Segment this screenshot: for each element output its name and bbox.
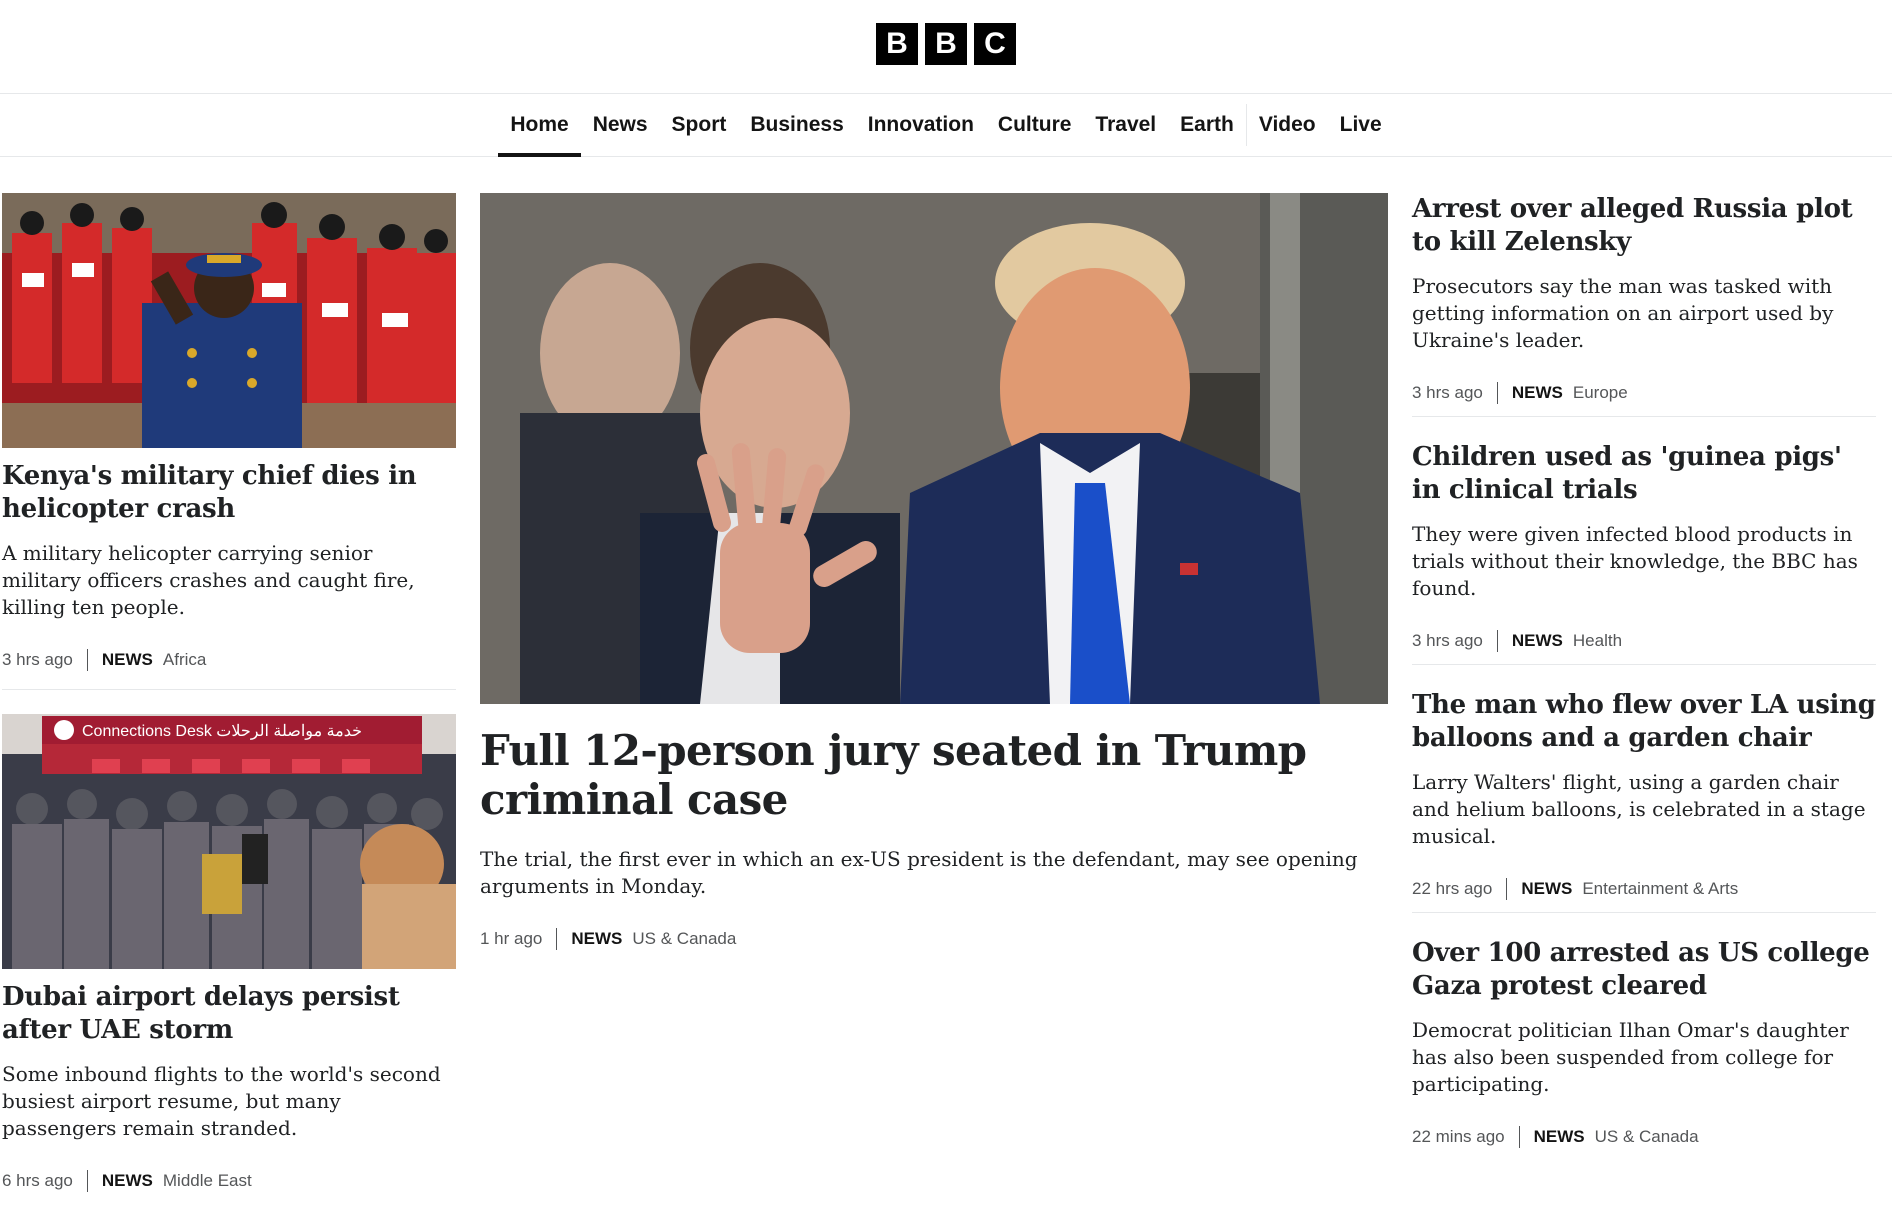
story-headline[interactable]: Children used as 'guinea pigs' in clinic… — [1412, 441, 1876, 507]
story-summary: They were given infected blood products … — [1412, 522, 1858, 600]
story-section-label: NEWS — [1521, 879, 1573, 898]
story-card-zelensky[interactable]: Arrest over alleged Russia plot to kill … — [1412, 193, 1876, 416]
story-summary: Prosecutors say the man was tasked with … — [1412, 274, 1834, 352]
story-meta: 3 hrs ago NEWS Europe — [1412, 382, 1876, 404]
right-column: Arrest over alleged Russia plot to kill … — [1412, 193, 1876, 1160]
story-section-label: NEWS — [1511, 631, 1563, 650]
lead-story[interactable]: Full 12-person jury seated in Trump crim… — [480, 193, 1388, 950]
story-category[interactable]: Health — [1573, 631, 1622, 651]
story-divider — [2, 689, 456, 690]
story-meta: 22 mins ago NEWS US & Canada — [1412, 1126, 1876, 1148]
nav-item-business[interactable]: Business — [738, 94, 855, 156]
story-divider — [1412, 912, 1876, 913]
desk-sign-text: Connections Desk خدمة مواصلة الرحلات — [82, 723, 362, 740]
story-time: 22 hrs ago — [1412, 879, 1493, 898]
story-meta: 6 hrs ago NEWS Middle East — [2, 1170, 456, 1192]
nav-item-innovation[interactable]: Innovation — [856, 94, 986, 156]
story-image-kenya[interactable] — [2, 193, 456, 448]
meta-divider — [86, 649, 88, 671]
lead-summary: The trial, the first ever in which an ex… — [480, 847, 1358, 898]
story-headline[interactable]: Arrest over alleged Russia plot to kill … — [1412, 193, 1876, 259]
lead-headline[interactable]: Full 12-person jury seated in Trump crim… — [480, 726, 1388, 824]
story-card-dubai[interactable]: Connections Desk خدمة مواصلة الرحلات Dub… — [2, 714, 456, 1192]
desk-sign-logo-icon — [54, 720, 74, 740]
story-category[interactable]: US & Canada — [1595, 1127, 1699, 1147]
logo-letter-b1: B — [876, 23, 918, 65]
story-summary: Larry Walters' flight, using a garden ch… — [1412, 770, 1866, 848]
story-section-label: NEWS — [1533, 1127, 1585, 1146]
meta-divider — [1496, 630, 1498, 652]
center-column: Full 12-person jury seated in Trump crim… — [480, 193, 1388, 950]
lead-meta: 1 hr ago NEWS US & Canada — [480, 928, 1388, 950]
story-time: 3 hrs ago — [1412, 631, 1483, 650]
story-summary: Some inbound flights to the world's seco… — [2, 1062, 441, 1140]
lead-story-image[interactable] — [480, 193, 1388, 704]
meta-divider — [556, 928, 558, 950]
logo-letter-c: C — [974, 23, 1016, 65]
story-section-label: NEWS — [571, 929, 623, 948]
story-card-gaza-protest[interactable]: Over 100 arrested as US college Gaza pro… — [1412, 937, 1876, 1160]
logo-letter-b2: B — [925, 23, 967, 65]
story-section-label: NEWS — [101, 650, 153, 669]
story-meta: 3 hrs ago NEWS Africa — [2, 649, 456, 671]
story-summary: A military helicopter carrying senior mi… — [2, 541, 415, 619]
nav-item-culture[interactable]: Culture — [986, 94, 1084, 156]
story-card-balloons[interactable]: The man who flew over LA using balloons … — [1412, 689, 1876, 912]
story-image-dubai[interactable]: Connections Desk خدمة مواصلة الرحلات — [2, 714, 456, 969]
story-category[interactable]: Middle East — [163, 1171, 252, 1191]
masthead: B B C — [0, 0, 1892, 94]
bbc-homepage: B B C Home News Sport Business Innovatio… — [0, 0, 1892, 1216]
story-divider — [1412, 664, 1876, 665]
nav-list: Home News Sport Business Innovation Cult… — [498, 94, 1394, 157]
story-category[interactable]: US & Canada — [632, 929, 736, 949]
meta-divider — [1506, 878, 1508, 900]
story-category[interactable]: Africa — [163, 650, 206, 670]
trump-court-photo — [480, 193, 1388, 704]
story-meta: 3 hrs ago NEWS Health — [1412, 630, 1876, 652]
story-category[interactable]: Europe — [1573, 383, 1628, 403]
story-section-label: NEWS — [1511, 383, 1563, 402]
story-divider — [1412, 416, 1876, 417]
story-time: 22 mins ago — [1412, 1127, 1505, 1146]
story-summary: Democrat politician Ilhan Omar's daughte… — [1412, 1018, 1849, 1096]
main-nav: Home News Sport Business Innovation Cult… — [0, 94, 1892, 157]
meta-divider — [86, 1170, 88, 1192]
story-headline[interactable]: Dubai airport delays persist after UAE s… — [2, 981, 456, 1047]
story-headline[interactable]: Over 100 arrested as US college Gaza pro… — [1412, 937, 1876, 1003]
story-time: 3 hrs ago — [2, 650, 73, 669]
story-headline[interactable]: Kenya's military chief dies in helicopte… — [2, 460, 456, 526]
meta-divider — [1496, 382, 1498, 404]
story-headline[interactable]: The man who flew over LA using balloons … — [1412, 689, 1876, 755]
nav-item-home[interactable]: Home — [498, 94, 582, 157]
nav-item-travel[interactable]: Travel — [1083, 94, 1168, 156]
story-category[interactable]: Entertainment & Arts — [1582, 879, 1738, 899]
story-time: 3 hrs ago — [1412, 383, 1483, 402]
story-time: 6 hrs ago — [2, 1171, 73, 1190]
nav-item-news[interactable]: News — [581, 94, 660, 156]
story-meta: 22 hrs ago NEWS Entertainment & Arts — [1412, 878, 1876, 900]
story-card-guinea-pigs[interactable]: Children used as 'guinea pigs' in clinic… — [1412, 441, 1876, 664]
story-section-label: NEWS — [101, 1171, 153, 1190]
dubai-airport-photo: Connections Desk خدمة مواصلة الرحلات — [2, 714, 456, 969]
nav-item-sport[interactable]: Sport — [660, 94, 739, 156]
story-time: 1 hr ago — [480, 929, 543, 948]
kenya-guard-photo — [2, 193, 456, 448]
left-column: Kenya's military chief dies in helicopte… — [2, 193, 456, 1192]
nav-item-video[interactable]: Video — [1247, 94, 1328, 156]
bbc-logo[interactable]: B B C — [876, 23, 1016, 65]
nav-item-live[interactable]: Live — [1328, 94, 1394, 156]
story-card-kenya[interactable]: Kenya's military chief dies in helicopte… — [2, 193, 456, 671]
nav-item-earth[interactable]: Earth — [1168, 94, 1246, 156]
meta-divider — [1518, 1126, 1520, 1148]
